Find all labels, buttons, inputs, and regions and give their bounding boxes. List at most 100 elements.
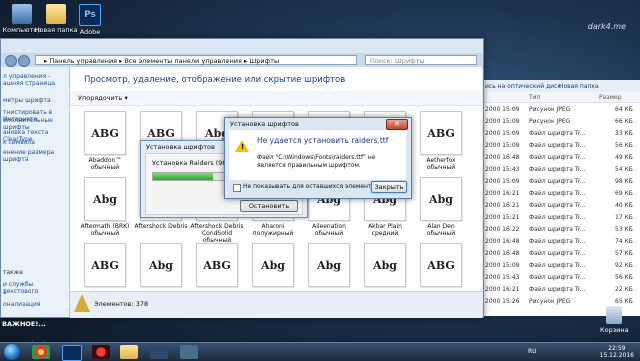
clock-time: 22:59 <box>608 345 626 352</box>
file-date: 2000 15:09 <box>485 142 520 149</box>
organize-button[interactable]: Упорядочить ▾ <box>78 94 128 102</box>
file-row[interactable]: 2000 15:09 Файл шрифта Tr... 92 КБ <box>483 260 640 270</box>
column-header-type[interactable]: Тип <box>529 94 541 101</box>
file-row[interactable]: 2000 15:43 Файл шрифта Tr... 54 КБ <box>483 164 640 174</box>
file-row[interactable]: 2000 16:21 Файл шрифта Tr... 40 КБ <box>483 200 640 210</box>
file-row[interactable]: 2000 16:48 Файл шрифта Tr... 57 КБ <box>483 248 640 258</box>
app-taskbar-icon[interactable] <box>150 345 168 359</box>
folder-icon <box>46 4 66 24</box>
file-type: Файл шрифта Tr... <box>529 286 586 293</box>
file-type: Файл шрифта Tr... <box>529 166 586 173</box>
font-tile[interactable]: Abg <box>358 243 412 289</box>
find-character-link[interactable]: к символа <box>3 139 35 146</box>
fonts-window-taskbar-icon[interactable] <box>180 345 198 359</box>
file-row[interactable]: 2000 15:09 Рисунок JPEG 64 КБ <box>483 104 640 114</box>
desktop-icon-adobe[interactable]: Ps Adobe <box>68 2 112 36</box>
font-tile[interactable]: Abg <box>302 243 356 289</box>
search-input[interactable]: Поиск: Шрифты <box>365 55 477 65</box>
font-install-error-dialog: Установка шрифтов ✕ ! Не удается установ… <box>224 117 412 199</box>
toolbar-burn-button[interactable]: ись на оптический диск <box>485 83 561 90</box>
font-name: Akbar Plain <box>368 223 402 230</box>
file-row[interactable]: 2000 15:09 Файл шрифта Tr... 33 КБ <box>483 128 640 138</box>
file-date: 2000 15:26 <box>485 298 520 305</box>
file-size: 22 КБ <box>615 286 633 293</box>
file-row[interactable]: 2000 16:48 Файл шрифта Tr... 49 КБ <box>483 152 640 162</box>
chrome-icon[interactable] <box>32 345 50 359</box>
font-tile[interactable]: ABG Aetherfox обычный <box>414 111 468 171</box>
file-size: 56 КБ <box>615 142 633 149</box>
address-bar-area: ▸ Панель управления ▸ Все элементы панел… <box>1 53 483 68</box>
dont-show-checkbox[interactable] <box>233 184 241 192</box>
close-icon[interactable]: ✕ <box>386 119 408 130</box>
file-date: 2000 15:09 <box>485 262 520 269</box>
toolbar-new-folder-button[interactable]: Новая папка <box>559 83 599 90</box>
font-tile[interactable]: Abg <box>246 243 300 289</box>
font-tile[interactable]: ABG Abaddon™ обычный <box>78 111 132 171</box>
file-type: Файл шрифта Tr... <box>529 142 586 149</box>
font-tile[interactable]: Abg Alan Den обычный <box>414 177 468 237</box>
file-type: Рисунок JPEG <box>529 298 571 305</box>
file-size: 69 КБ <box>615 190 633 197</box>
font-name: Aftershock Debris CondSolid <box>190 223 244 237</box>
font-settings-link[interactable]: метры шрифта <box>3 97 51 104</box>
forward-icon[interactable] <box>18 55 30 67</box>
photoshop-icon: Ps <box>79 4 101 26</box>
file-date: 2000 16:48 <box>485 238 520 245</box>
file-row[interactable]: 2000 15:43 Файл шрифта Tr... 56 КБ <box>483 272 640 282</box>
stop-button[interactable]: Остановить <box>240 200 298 212</box>
font-style: обычный <box>314 230 344 237</box>
explorer-taskbar-icon[interactable] <box>120 345 138 359</box>
change-font-size-link[interactable]: енение размера шрифта <box>3 149 69 163</box>
font-tile[interactable]: ABG <box>190 243 244 289</box>
column-header-size[interactable]: Размер <box>599 94 622 101</box>
clock[interactable]: 22:59 15.12.2016 <box>600 345 634 359</box>
control-panel-home-link-2[interactable]: ашняя страница <box>3 80 55 87</box>
text-services-link[interactable]: и службы текстового <box>3 281 69 295</box>
font-name: Aharoni <box>261 223 285 230</box>
file-type: Файл шрифта Tr... <box>529 154 586 161</box>
file-date: 2000 16:48 <box>485 154 520 161</box>
dont-show-checkbox-label: Не показывать для оставшихся элементов <box>243 183 379 190</box>
file-row[interactable]: 2000 16:22 Файл шрифта Tr... 53 КБ <box>483 224 640 234</box>
file-row[interactable]: 2000 16:48 Файл шрифта Tr... 74 КБ <box>483 236 640 246</box>
font-preview: ABG <box>420 243 462 287</box>
recycle-bin-icon[interactable] <box>606 306 622 324</box>
font-style: обычный <box>426 164 456 171</box>
font-name: Aftershock Debris <box>134 223 188 230</box>
file-date: 2000 16:48 <box>485 250 520 257</box>
file-row[interactable]: 2000 16:21 Файл шрифта Tr... 69 КБ <box>483 188 640 198</box>
file-row[interactable]: 2000 15:21 Файл шрифта Tr... 17 КБ <box>483 212 640 222</box>
close-button[interactable]: Закрыть <box>371 181 407 193</box>
file-row[interactable]: 2000 15:09 Файл шрифта Tr... 98 КБ <box>483 176 640 186</box>
font-tile[interactable]: Abg Aftermath (BRK) обычный <box>78 177 132 237</box>
file-row[interactable]: 2000 15:09 Файл шрифта Tr... 56 КБ <box>483 140 640 150</box>
text-services-link-2[interactable]: а <box>3 289 7 296</box>
back-icon[interactable] <box>5 55 17 67</box>
file-type: Файл шрифта Tr... <box>529 250 586 257</box>
personalization-link[interactable]: онализация <box>3 301 40 308</box>
address-bar[interactable]: ▸ Панель управления ▸ Все элементы панел… <box>35 55 357 65</box>
font-name: Aileenation <box>312 223 346 230</box>
file-date: 2000 15:21 <box>485 214 520 221</box>
font-tile[interactable]: ABG <box>414 243 468 289</box>
file-type: Файл шрифта Tr... <box>529 238 586 245</box>
file-size: 49 КБ <box>615 154 633 161</box>
file-row[interactable]: 2000 16:21 Файл шрифта Tr... 22 КБ <box>483 284 640 294</box>
font-preview: Abg <box>364 243 406 287</box>
file-size: 56 КБ <box>615 274 633 281</box>
file-row[interactable]: 2000 15:26 Рисунок JPEG 65 КБ <box>483 296 640 306</box>
language-indicator[interactable]: RU <box>528 348 537 355</box>
file-type: Файл шрифта Tr... <box>529 226 586 233</box>
font-tile[interactable]: Abg <box>134 243 188 289</box>
font-style: средний <box>371 230 399 237</box>
file-row[interactable]: 2000 15:09 Рисунок JPEG 66 КБ <box>483 116 640 126</box>
font-preview: ABG <box>196 243 238 287</box>
font-tile[interactable]: ABG <box>78 243 132 289</box>
control-panel-home-link[interactable]: л управления - <box>3 73 50 80</box>
recycle-bin-label: Корзина <box>600 326 629 334</box>
font-name: Alan Den <box>427 223 455 230</box>
photoshop-taskbar-icon[interactable] <box>62 345 82 361</box>
recorder-icon[interactable] <box>92 345 110 359</box>
font-preview: ABG <box>84 111 126 155</box>
start-button-icon[interactable] <box>4 344 20 360</box>
